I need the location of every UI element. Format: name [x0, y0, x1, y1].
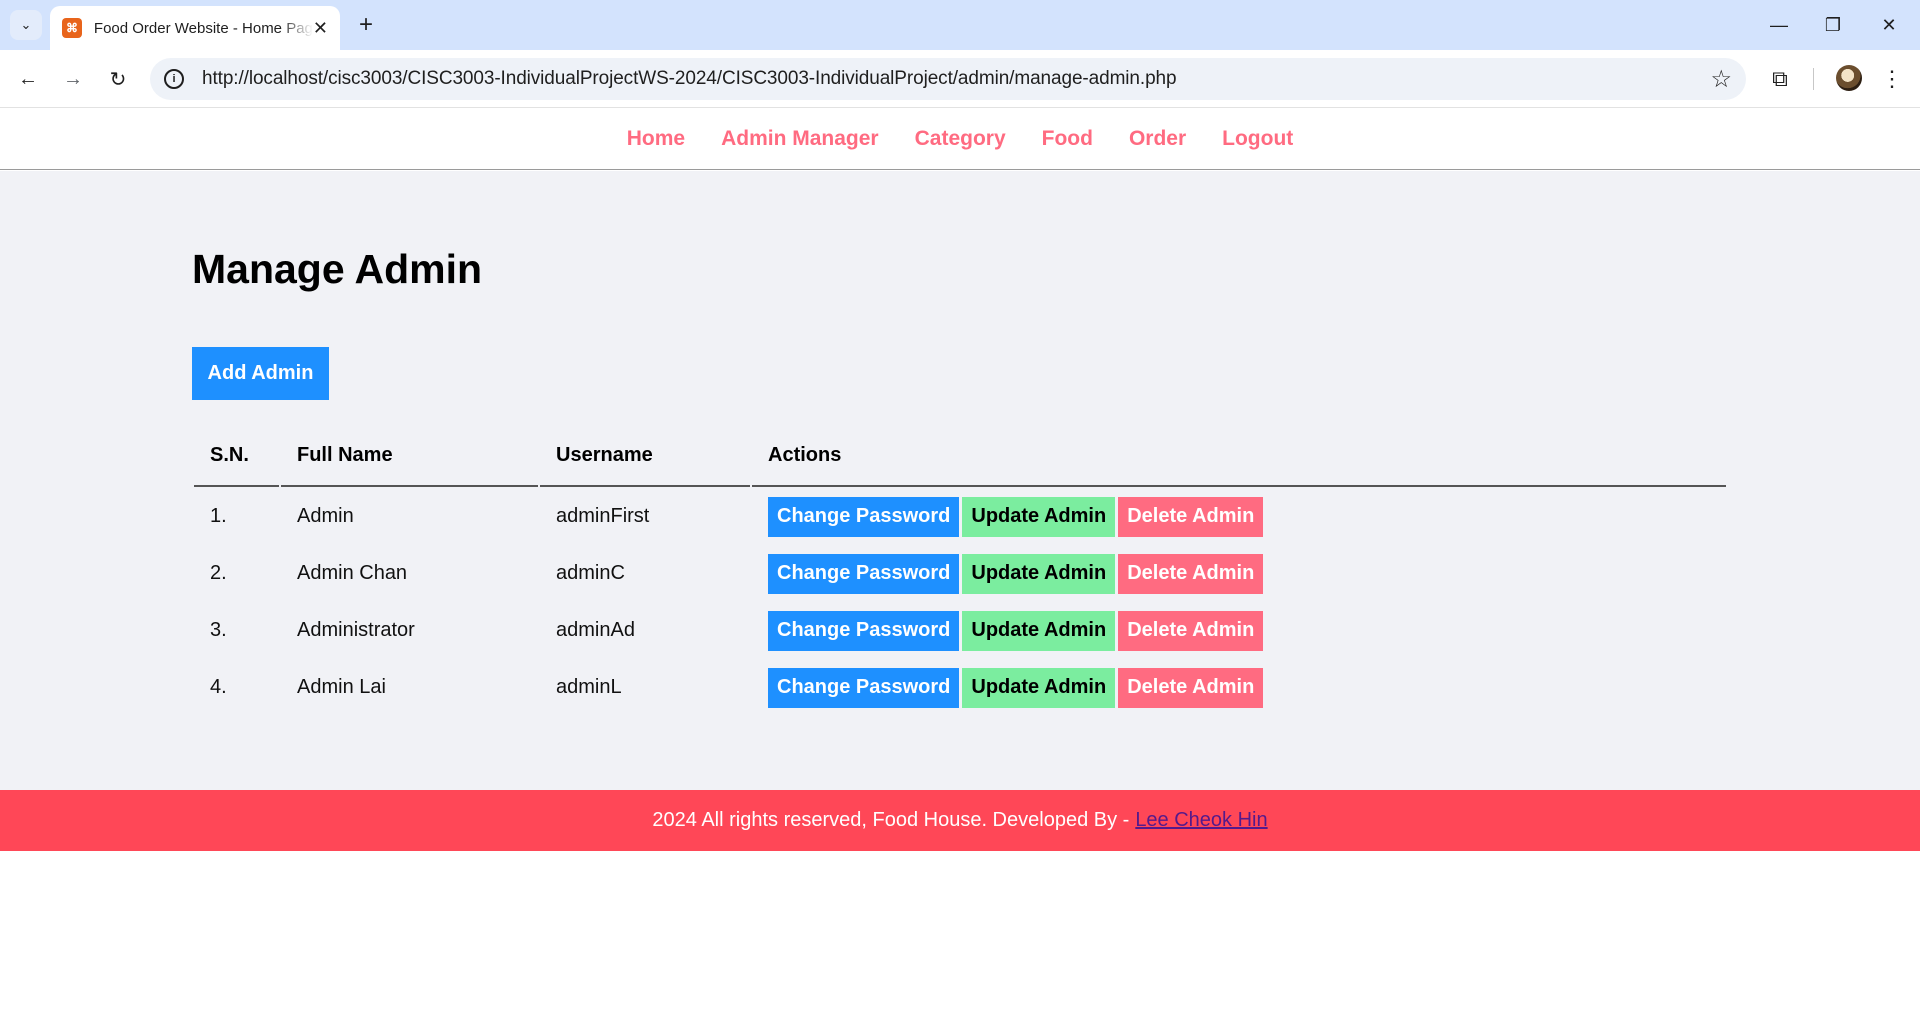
cell-actions: Change Password Update Admin Delete Admin: [752, 660, 1726, 715]
delete-admin-button[interactable]: Delete Admin: [1118, 667, 1264, 708]
tab-title: Food Order Website - Home Page: [93, 19, 313, 37]
arrow-right-icon[interactable]: →: [57, 63, 89, 95]
admin-table: S.N. Full Name Username Actions 1. Admin…: [192, 423, 1728, 717]
reload-icon[interactable]: ↻: [102, 63, 134, 95]
nav-link-logout[interactable]: Logout: [1222, 127, 1293, 151]
delete-admin-button[interactable]: Delete Admin: [1118, 553, 1264, 594]
update-admin-button[interactable]: Update Admin: [962, 610, 1116, 651]
toolbar-divider: [1813, 68, 1814, 90]
change-password-button[interactable]: Change Password: [768, 667, 960, 708]
favicon-icon: ⌘: [62, 18, 82, 38]
column-header-username: Username: [540, 425, 750, 487]
close-icon[interactable]: ✕: [313, 18, 328, 39]
cell-username: adminC: [556, 562, 625, 584]
url-text[interactable]: http://localhost/cisc3003/CISC3003-Indiv…: [202, 68, 1177, 90]
address-bar[interactable]: i http://localhost/cisc3003/CISC3003-Ind…: [150, 58, 1746, 100]
column-header-full-name: Full Name: [281, 425, 538, 487]
browser-tab[interactable]: ⌘ Food Order Website - Home Page ✕: [50, 6, 340, 50]
nav-link-food[interactable]: Food: [1042, 127, 1093, 151]
cell-sn: 1.: [210, 505, 227, 527]
change-password-button[interactable]: Change Password: [768, 553, 960, 594]
cell-actions: Change Password Update Admin Delete Admin: [752, 546, 1726, 601]
cell-username: adminAd: [556, 619, 635, 641]
update-admin-button[interactable]: Update Admin: [962, 496, 1116, 537]
site-nav: Home Admin Manager Category Food Order L…: [0, 108, 1920, 170]
table-header-row: S.N. Full Name Username Actions: [194, 425, 1726, 487]
column-header-sn: S.N.: [194, 425, 279, 487]
kebab-icon[interactable]: ⋮: [1878, 63, 1906, 95]
tab-search-button[interactable]: ⌄: [10, 10, 42, 40]
cell-sn: 4.: [210, 676, 227, 698]
table-row: 4. Admin Lai adminL Change Password Updat…: [194, 660, 1726, 715]
nav-link-category[interactable]: Category: [915, 127, 1006, 151]
cell-actions: Change Password Update Admin Delete Admin: [752, 489, 1726, 544]
puzzle-icon[interactable]: ⧉: [1764, 63, 1796, 95]
cell-username: adminFirst: [556, 505, 650, 527]
cell-full-name: Admin Chan: [297, 562, 408, 584]
cell-sn: 3.: [210, 619, 227, 641]
cell-full-name: Admin: [297, 505, 354, 527]
footer-text: 2024 All rights reserved, Food House. De…: [652, 809, 1130, 831]
plus-icon[interactable]: +: [352, 11, 380, 39]
arrow-left-icon[interactable]: ←: [12, 63, 44, 95]
star-icon[interactable]: ☆: [1710, 65, 1732, 94]
table-row: 3. Administrator adminAd Change Password…: [194, 603, 1726, 658]
update-admin-button[interactable]: Update Admin: [962, 553, 1116, 594]
add-admin-button[interactable]: Add Admin: [192, 347, 329, 400]
minimize-icon[interactable]: —: [1756, 8, 1802, 42]
delete-admin-button[interactable]: Delete Admin: [1118, 496, 1264, 537]
change-password-button[interactable]: Change Password: [768, 496, 960, 537]
restore-icon[interactable]: ❐: [1810, 8, 1856, 42]
avatar[interactable]: [1836, 65, 1862, 91]
delete-admin-button[interactable]: Delete Admin: [1118, 610, 1264, 651]
chevron-down-icon: ⌄: [20, 17, 32, 32]
cell-actions: Change Password Update Admin Delete Admin: [752, 603, 1726, 658]
browser-toolbar: ← → ↻ i http://localhost/cisc3003/CISC30…: [0, 50, 1920, 108]
table-row: 1. Admin adminFirst Change Password Updat…: [194, 489, 1726, 544]
change-password-button[interactable]: Change Password: [768, 610, 960, 651]
nav-link-home[interactable]: Home: [627, 127, 685, 151]
page-title: Manage Admin: [192, 246, 483, 292]
info-icon[interactable]: i: [164, 69, 184, 89]
main-content: Manage Admin Add Admin S.N. Full Name Us…: [0, 171, 1920, 790]
developer-link[interactable]: Lee Cheok Hin: [1135, 809, 1267, 832]
column-header-actions: Actions: [752, 425, 1726, 487]
nav-link-order[interactable]: Order: [1129, 127, 1186, 151]
nav-link-admin-manager[interactable]: Admin Manager: [721, 127, 879, 151]
table-row: 2. Admin Chan adminC Change Password Upda…: [194, 546, 1726, 601]
footer: 2024 All rights reserved, Food House. De…: [0, 790, 1920, 851]
browser-tab-bar: ⌄ ⌘ Food Order Website - Home Page ✕ + —…: [0, 0, 1920, 50]
cell-username: adminL: [556, 676, 622, 698]
window-close-icon[interactable]: ✕: [1866, 8, 1912, 42]
cell-full-name: Admin Lai: [297, 676, 386, 698]
cell-sn: 2.: [210, 562, 227, 584]
update-admin-button[interactable]: Update Admin: [962, 667, 1116, 708]
cell-full-name: Administrator: [297, 619, 415, 641]
